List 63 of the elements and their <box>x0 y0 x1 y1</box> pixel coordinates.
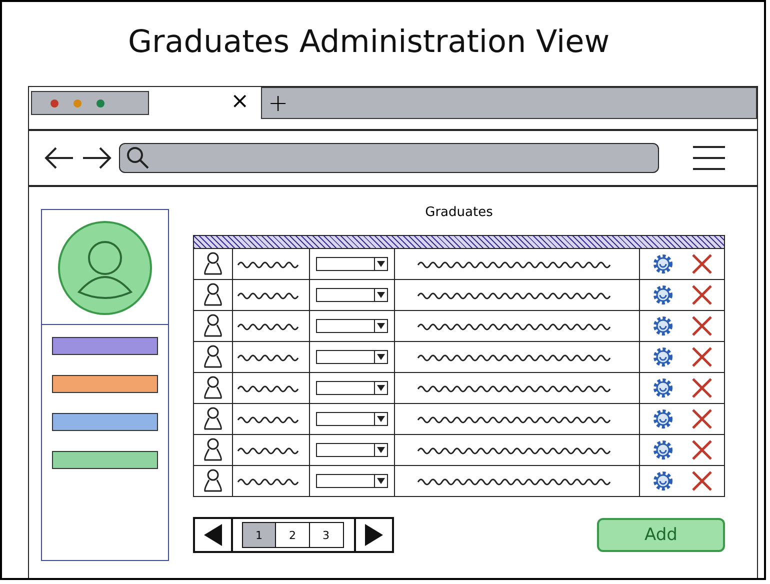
delete-icon[interactable] <box>691 346 713 368</box>
right-triangle-icon <box>364 524 382 546</box>
dropdown-arrow-icon <box>377 447 385 453</box>
table-heading: Graduates <box>425 205 493 222</box>
delete-icon[interactable] <box>691 253 713 275</box>
dropdown[interactable] <box>316 412 388 426</box>
dropdown-arrow-icon <box>377 323 385 329</box>
dropdown[interactable] <box>316 350 388 364</box>
dropdown[interactable] <box>316 474 388 488</box>
dropdown-arrow-icon <box>377 354 385 360</box>
page-button[interactable]: 2 <box>275 522 310 548</box>
dropdown[interactable] <box>316 319 388 333</box>
gear-icon[interactable] <box>651 438 675 462</box>
sidebar-item[interactable] <box>52 451 158 469</box>
dropdown[interactable] <box>316 288 388 302</box>
gear-icon[interactable] <box>651 469 675 493</box>
gear-icon[interactable] <box>651 376 675 400</box>
delete-icon[interactable] <box>691 408 713 430</box>
left-triangle-icon <box>204 524 222 546</box>
sidebar-item[interactable] <box>52 413 158 431</box>
page-button[interactable]: 1 <box>242 522 276 548</box>
gear-icon[interactable] <box>651 407 675 431</box>
dropdown-arrow-icon <box>377 261 385 267</box>
person-icon <box>203 469 223 493</box>
gear-icon[interactable] <box>651 283 675 307</box>
delete-icon[interactable] <box>691 439 713 461</box>
dropdown[interactable] <box>316 443 388 457</box>
back-arrow-icon[interactable] <box>43 146 75 170</box>
dropdown-arrow-icon <box>377 292 385 298</box>
dropdown-arrow-icon <box>377 385 385 391</box>
person-icon <box>203 345 223 369</box>
dropdown-arrow-icon <box>377 478 385 484</box>
delete-icon[interactable] <box>691 470 713 492</box>
minimize-dot-icon[interactable] <box>73 98 82 108</box>
menu-icon[interactable] <box>691 144 727 172</box>
page-title: Graduates Administration View <box>127 23 611 62</box>
delete-icon[interactable] <box>691 315 713 337</box>
gear-icon[interactable] <box>651 252 675 276</box>
person-icon <box>203 283 223 307</box>
maximize-dot-icon[interactable] <box>96 98 105 108</box>
sidebar-item[interactable] <box>52 337 158 355</box>
person-icon <box>203 438 223 462</box>
search-icon <box>126 146 150 170</box>
gear-icon[interactable] <box>651 314 675 338</box>
delete-icon[interactable] <box>691 284 713 306</box>
person-icon <box>203 252 223 276</box>
gear-icon[interactable] <box>651 345 675 369</box>
delete-icon[interactable] <box>691 377 713 399</box>
new-tab-button[interactable]: + <box>262 91 288 115</box>
dropdown-arrow-icon <box>377 416 385 422</box>
tab-close-button[interactable]: × <box>230 91 261 113</box>
dropdown[interactable] <box>316 257 388 271</box>
page-button[interactable]: 3 <box>308 522 344 548</box>
forward-arrow-icon[interactable] <box>81 146 113 170</box>
person-icon <box>203 407 223 431</box>
address-bar[interactable] <box>119 143 659 173</box>
add-button[interactable]: Add <box>597 518 725 552</box>
person-icon <box>203 314 223 338</box>
close-dot-icon[interactable] <box>50 98 59 108</box>
sidebar-item[interactable] <box>52 375 158 393</box>
person-icon <box>203 376 223 400</box>
avatar-icon <box>57 220 153 316</box>
dropdown[interactable] <box>316 381 388 395</box>
